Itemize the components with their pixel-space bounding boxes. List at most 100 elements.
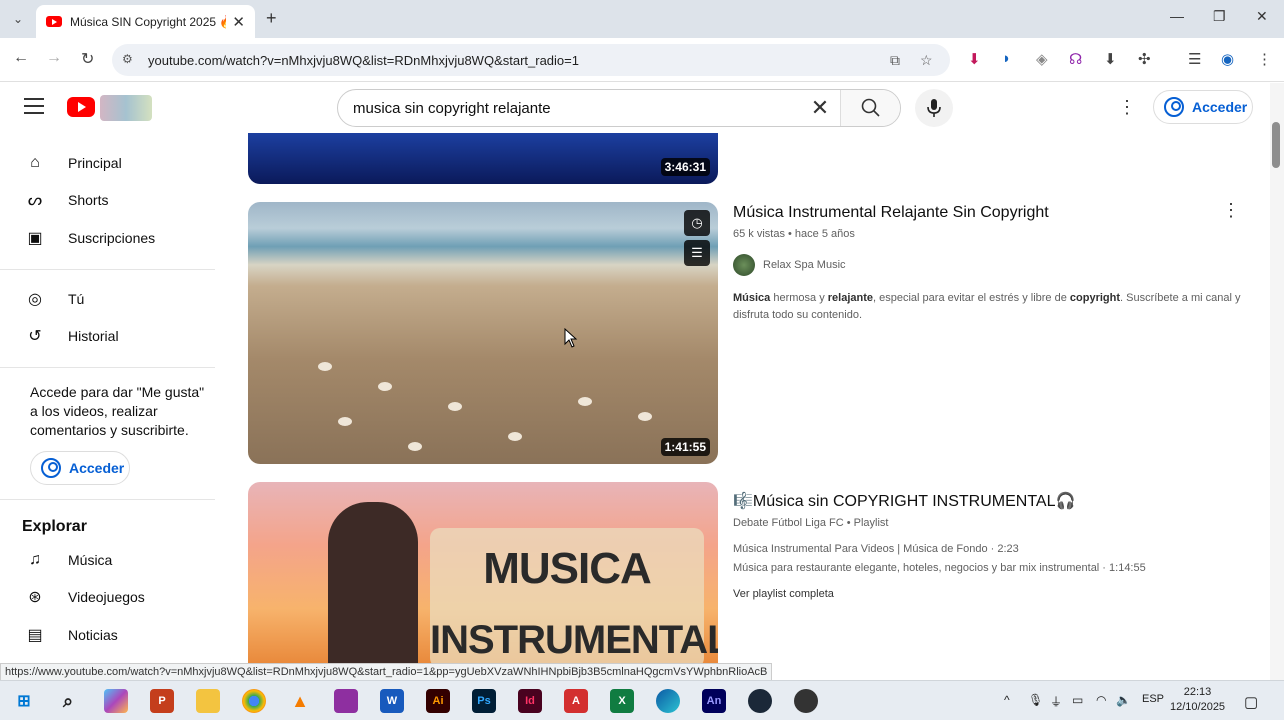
extension-diamond-icon[interactable]: ◈: [1036, 50, 1048, 68]
thumbnail-detail: [508, 432, 522, 441]
usb-icon[interactable]: ⏚: [1050, 693, 1062, 710]
bookmark-star-icon[interactable]: ☆: [920, 52, 933, 69]
tray-chevron-icon[interactable]: ^: [1004, 693, 1010, 707]
animate-icon[interactable]: An: [702, 689, 726, 713]
channel-name[interactable]: Relax Spa Music: [763, 259, 846, 271]
playlist-item[interactable]: Música para restaurante elegante, hotele…: [733, 562, 1146, 574]
scrollbar-thumb[interactable]: [1272, 122, 1280, 168]
wifi-icon[interactable]: ◠: [1096, 693, 1106, 707]
search-input[interactable]: musica sin copyright relajante: [338, 100, 800, 117]
battery-icon[interactable]: ▭: [1072, 693, 1083, 707]
windows-start-icon[interactable]: ⊞: [12, 689, 36, 713]
photoshop-icon[interactable]: Ps: [472, 689, 496, 713]
minimize-button[interactable]: —: [1170, 8, 1184, 24]
desc-highlight: Música: [733, 292, 771, 304]
extension-headphones-icon[interactable]: ☊: [1069, 50, 1082, 68]
extensions-puzzle-icon[interactable]: ✣: [1138, 50, 1151, 68]
back-button[interactable]: ←: [13, 49, 29, 67]
thumbnail-figure: [328, 502, 418, 663]
winrar-icon[interactable]: [334, 689, 358, 713]
illustrator-icon[interactable]: Ai: [426, 689, 450, 713]
video-thumbnail[interactable]: ◷ ☰ 1:41:55: [248, 202, 718, 464]
signin-button[interactable]: Acceder: [1153, 90, 1253, 124]
hamburger-menu-icon[interactable]: [24, 98, 44, 114]
clear-search-icon[interactable]: ✕: [800, 95, 840, 121]
profile-icon[interactable]: ◉: [1221, 50, 1234, 68]
playlist-title[interactable]: 🎼Música sin COPYRIGHT INSTRUMENTAL🎧: [733, 491, 1075, 511]
browser-tab[interactable]: Música SIN Copyright 2025 🔥 ✕: [36, 5, 255, 38]
clock[interactable]: 22:13 12/10/2025: [1170, 685, 1225, 715]
taskbar-search-icon[interactable]: ⌕: [56, 689, 80, 713]
reload-button[interactable]: ↻: [81, 49, 94, 69]
edge-icon[interactable]: [656, 689, 680, 713]
extension-audio-icon[interactable]: ◗: [1002, 50, 1011, 67]
indesign-icon[interactable]: Id: [518, 689, 542, 713]
acrobat-icon[interactable]: A: [564, 689, 588, 713]
forward-button[interactable]: →: [46, 49, 62, 67]
extension-download-icon[interactable]: ⬇: [968, 50, 981, 68]
word-icon[interactable]: W: [380, 689, 404, 713]
video-title[interactable]: Música Instrumental Relajante Sin Copyri…: [733, 204, 1049, 222]
channel-avatar[interactable]: [733, 254, 755, 276]
reading-list-icon[interactable]: ☰: [1188, 50, 1201, 68]
volume-icon[interactable]: 🔈: [1116, 693, 1131, 707]
maximize-button[interactable]: ❐: [1213, 8, 1226, 25]
vlc-icon[interactable]: ▲: [288, 689, 312, 713]
powerpoint-icon[interactable]: P: [150, 689, 174, 713]
sidebar-item-suscripciones[interactable]: ▣ Suscripciones: [0, 218, 215, 258]
notifications-icon[interactable]: ▢: [1244, 693, 1258, 711]
copilot-icon[interactable]: [104, 689, 128, 713]
steam-icon[interactable]: [748, 689, 772, 713]
playlist-item[interactable]: Música Instrumental Para Videos | Música…: [733, 543, 1019, 555]
gamepad-icon: ⊛: [28, 589, 42, 606]
voice-search-button[interactable]: [915, 89, 953, 127]
excel-icon[interactable]: X: [610, 689, 634, 713]
microphone-tray-icon[interactable]: 🎙: [1028, 693, 1043, 707]
sidebar-item-musica[interactable]: ♫ Música: [0, 540, 215, 580]
address-bar[interactable]: ⚙ youtube.com/watch?v=nMhxjvju8WQ&list=R…: [112, 44, 950, 76]
thumbnail-detail: [448, 402, 462, 411]
youtube-doodle[interactable]: [100, 95, 152, 121]
sidebar-divider: [0, 367, 215, 368]
sidebar-item-shorts[interactable]: ᔕ Shorts: [0, 180, 215, 220]
language-indicator[interactable]: ESP: [1142, 693, 1164, 705]
sidebar-item-historial[interactable]: ↺ Historial: [0, 316, 215, 356]
sidebar-item-tu[interactable]: ◎ Tú: [0, 279, 215, 319]
video-description: Música hermosa y relajante, especial par…: [733, 290, 1243, 324]
sidebar-item-principal[interactable]: ⌂ Principal: [0, 143, 215, 183]
view-full-playlist-link[interactable]: Ver playlist completa: [733, 588, 834, 600]
settings-kebab-icon[interactable]: ⋮: [1118, 97, 1136, 118]
install-app-icon[interactable]: ⧉: [890, 52, 900, 69]
page-scrollbar[interactable]: [1270, 83, 1284, 680]
chrome-icon[interactable]: [242, 689, 266, 713]
close-window-button[interactable]: ✕: [1256, 8, 1268, 25]
site-info-icon[interactable]: ⚙: [122, 52, 136, 66]
search-button[interactable]: [840, 90, 900, 126]
user-circle-icon: [1164, 97, 1184, 117]
search-icon: [861, 98, 880, 117]
tab-search-chevron-icon[interactable]: ⌄: [6, 8, 30, 30]
sidebar-signin-button[interactable]: Acceder: [30, 451, 130, 485]
desc-text: , especial para evitar el estrés y libre…: [873, 292, 1070, 304]
new-tab-button[interactable]: +: [266, 8, 277, 29]
watch-later-icon[interactable]: ◷: [684, 210, 710, 236]
playlist-thumbnail[interactable]: MUSICA INSTRUMENTAL: [248, 482, 718, 663]
app-icon[interactable]: [794, 689, 818, 713]
file-explorer-icon[interactable]: [196, 689, 220, 713]
browser-menu-icon[interactable]: ⋮: [1257, 50, 1272, 68]
sidebar-item-label: Música: [68, 552, 113, 568]
video-thumbnail[interactable]: 3:46:31: [248, 133, 718, 184]
sidebar-item-label: Tú: [68, 291, 85, 307]
signin-prompt-text: Accede para dar "Me gusta" a los videos,…: [30, 384, 205, 438]
thumbnail-detail: [378, 382, 392, 391]
duration-badge: 3:46:31: [660, 158, 710, 176]
youtube-logo[interactable]: [67, 97, 95, 117]
desc-text: hermosa y: [770, 292, 828, 304]
sidebar-item-noticias[interactable]: ▤ Noticias: [0, 615, 215, 655]
subscriptions-icon: ▣: [27, 230, 43, 247]
downloads-icon[interactable]: ⬇: [1104, 50, 1117, 68]
video-options-icon[interactable]: ⋮: [1222, 200, 1240, 221]
add-to-queue-icon[interactable]: ☰: [684, 240, 710, 266]
sidebar-item-videojuegos[interactable]: ⊛ Videojuegos: [0, 577, 215, 617]
tab-close-icon[interactable]: ✕: [232, 13, 245, 31]
